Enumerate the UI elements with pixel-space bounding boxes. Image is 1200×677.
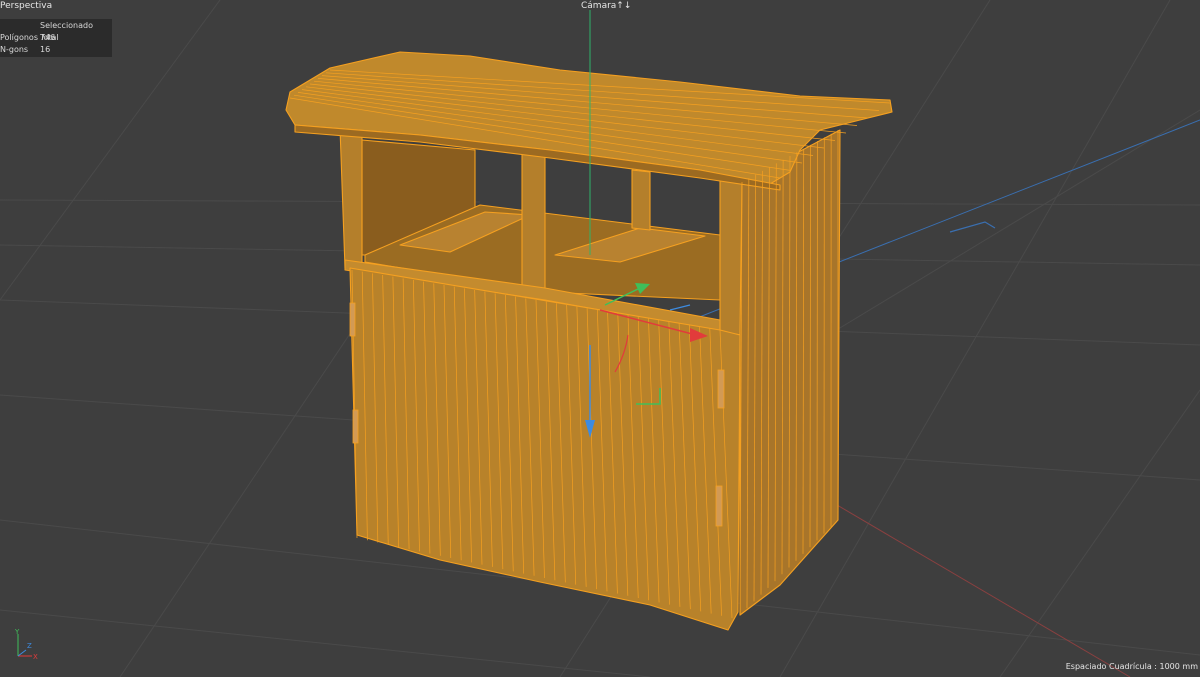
- stats-panel: Seleccionado Total Polígonos 746 N-gons …: [0, 19, 112, 57]
- stats-label-polygons: Polígonos: [0, 33, 38, 42]
- world-axis-marker: [949, 221, 996, 233]
- axis-label-z: Z: [27, 642, 32, 650]
- axis-indicator: Y Z X: [14, 628, 38, 661]
- stats-value-polygons: 746: [40, 33, 56, 42]
- stats-label-ngons: N-gons: [0, 45, 29, 54]
- grid-spacing-label: Espaciado Cuadrícula : 1000 mm: [1065, 662, 1198, 671]
- stats-value-ngons: 16: [40, 45, 51, 54]
- 3d-viewport[interactable]: Perspectiva Cámara↑↓ Seleccionado Total …: [0, 0, 1200, 677]
- camera-menu[interactable]: Cámara↑↓: [581, 0, 631, 12]
- scene-canvas[interactable]: [0, 0, 1200, 677]
- axis-label-y: Y: [14, 628, 20, 636]
- trash-bin-model[interactable]: [285, 51, 893, 631]
- camera-label: Cámara: [581, 1, 617, 11]
- axis-label-x: X: [33, 653, 38, 661]
- camera-toggle-icon[interactable]: ↑↓: [616, 1, 631, 11]
- view-name-label[interactable]: Perspectiva: [0, 0, 52, 12]
- gizmo-plane-line: [669, 304, 691, 311]
